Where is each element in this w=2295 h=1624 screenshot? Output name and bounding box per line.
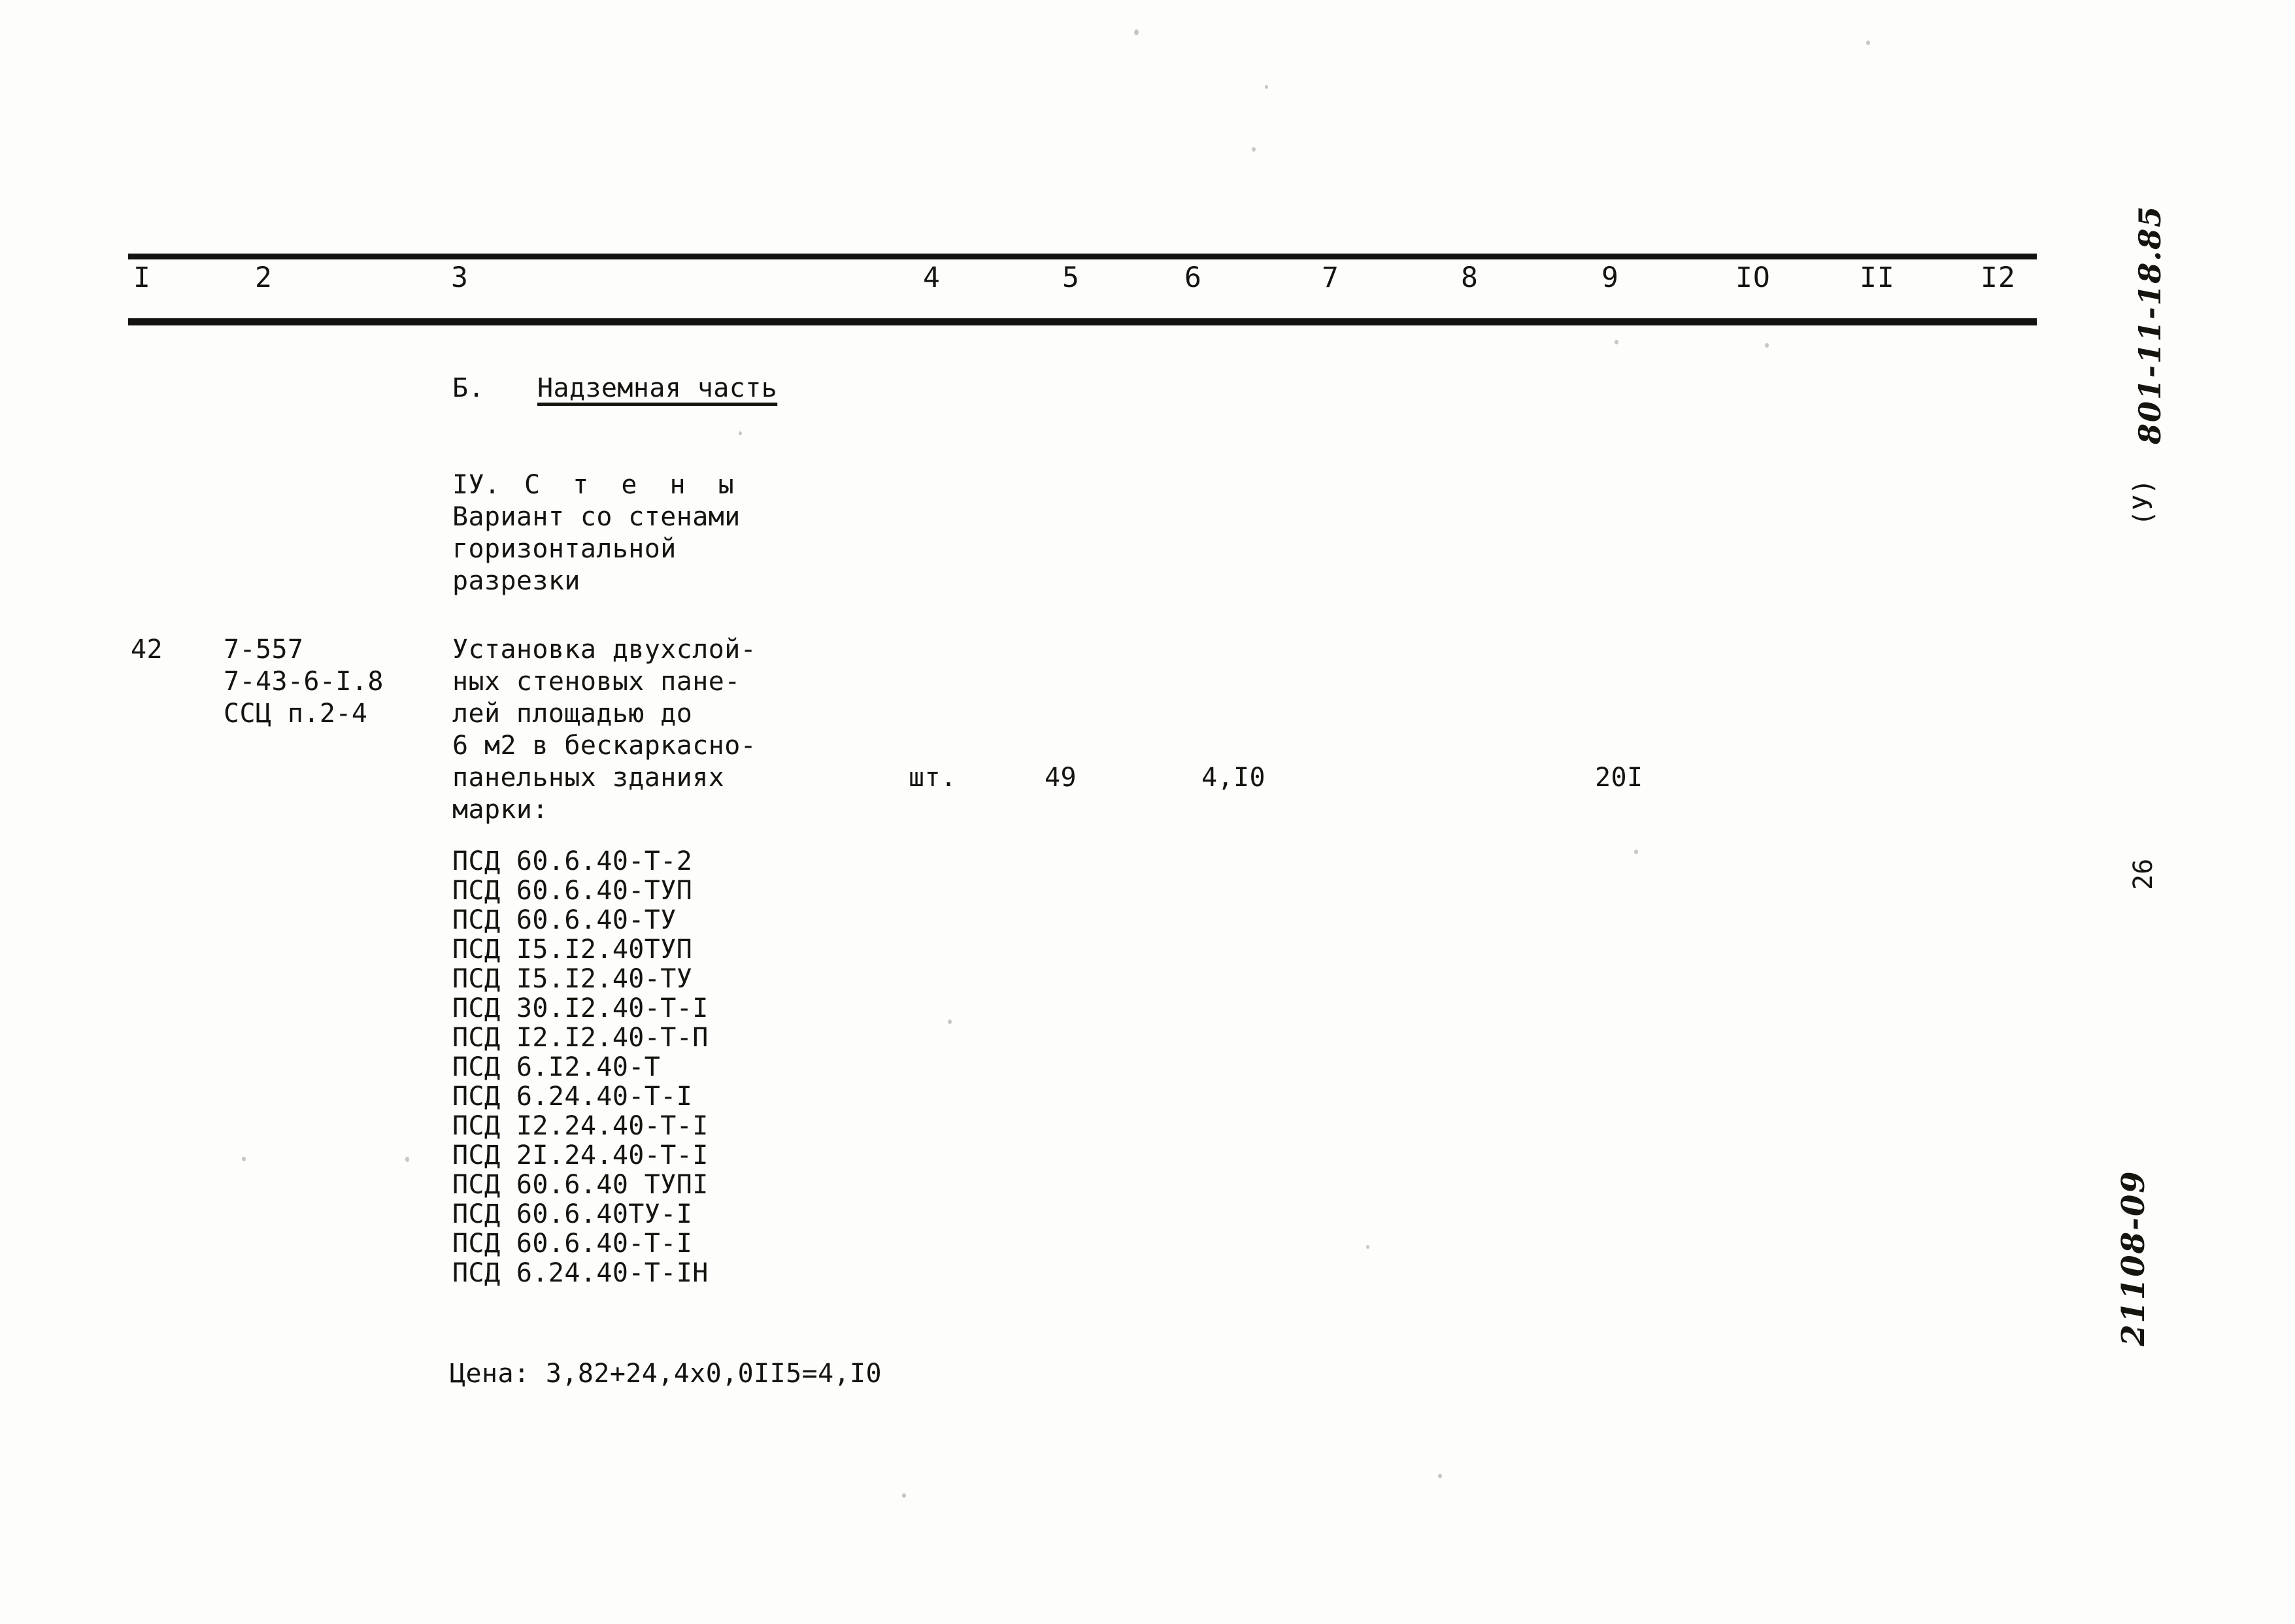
- scan-speck: [739, 431, 742, 435]
- column-header-9: 9: [1601, 261, 1619, 294]
- panel-mark: ПСД 30.I2.40-Т-I: [452, 993, 709, 1023]
- row-description-line: панельных зданиях: [452, 763, 725, 793]
- column-header-12: I2: [1981, 261, 2016, 294]
- margin-variant: (У): [2128, 478, 2158, 526]
- row-description-line: ных стеновых пане-: [452, 667, 741, 697]
- panel-mark: ПСД 2I.24.40-Т-I: [452, 1140, 709, 1170]
- row-unit-price: 4,I0: [1201, 763, 1265, 793]
- column-header-11: II: [1860, 261, 1895, 294]
- subsection-subtitle-line: Вариант со стенами: [452, 502, 741, 532]
- column-header-4: 4: [923, 261, 941, 294]
- scan-speck: [1765, 343, 1769, 348]
- row-codes: 7-557 7-43-6-I.8 ССЦ п.2-4: [224, 634, 384, 730]
- row-code: ССЦ п.2-4: [224, 699, 368, 729]
- row-quantity: 49: [1045, 763, 1077, 793]
- column-header-10: IO: [1735, 261, 1771, 294]
- panel-mark: ПСД 60.6.40-ТУ: [452, 905, 677, 935]
- scan-speck: [242, 1157, 246, 1161]
- row-description: Установка двухслой- ных стеновых пане- л…: [452, 634, 756, 826]
- panel-mark: ПСД 60.6.40ТУ-I: [452, 1199, 693, 1229]
- scan-speck: [948, 1019, 952, 1024]
- table-bottom-rule: [128, 318, 2037, 325]
- row-description-line: 6 м2 в бескаркасно-: [452, 731, 757, 761]
- row-total: 20I: [1595, 763, 1643, 793]
- panel-mark: ПСД 60.6.40-Т-I: [452, 1229, 693, 1259]
- panel-marks-list: ПСД 60.6.40-Т-2 ПСД 60.6.40-ТУП ПСД 60.6…: [452, 847, 709, 1288]
- row-description-line: Установка двухслой-: [452, 635, 757, 665]
- panel-mark: ПСД 6.24.40-Т-IН: [452, 1258, 709, 1288]
- panel-mark: ПСД 60.6.40-Т-2: [452, 846, 693, 876]
- section-letter: Б.: [452, 373, 484, 403]
- subsection-subtitle: Вариант со стенами горизонтальной разрез…: [452, 501, 741, 597]
- column-header-3: 3: [451, 261, 469, 294]
- panel-mark: ПСД I5.I2.40-ТУ: [452, 964, 693, 994]
- panel-mark: ПСД 60.6.40-ТУП: [452, 876, 693, 906]
- panel-mark: ПСД 6.I2.40-Т: [452, 1052, 661, 1082]
- row-code: 7-557: [224, 635, 304, 665]
- margin-page-number: 26: [2128, 858, 2158, 890]
- panel-mark: ПСД I5.I2.40ТУП: [452, 935, 693, 965]
- row-number: 42: [131, 635, 163, 665]
- scan-speck: [1866, 41, 1870, 45]
- scan-speck: [1252, 147, 1256, 152]
- scan-speck: [902, 1493, 906, 1498]
- panel-mark: ПСД 60.6.40 ТУПI: [452, 1170, 709, 1200]
- table-top-rule: [128, 254, 2037, 259]
- subsection-roman: IУ.: [452, 470, 501, 500]
- row-unit: шт.: [909, 763, 957, 793]
- scan-speck: [1134, 29, 1139, 35]
- column-header-1: I: [133, 261, 151, 294]
- scan-speck: [405, 1157, 409, 1162]
- row-code: 7-43-6-I.8: [224, 667, 384, 697]
- panel-mark: ПСД I2.24.40-Т-I: [452, 1111, 709, 1141]
- scan-speck: [1265, 85, 1268, 89]
- column-header-8: 8: [1461, 261, 1479, 294]
- section-title: Надземная часть: [537, 373, 778, 403]
- document-page: I 2 3 4 5 6 7 8 9 IO II I2 Б. Надземная …: [0, 0, 2295, 1624]
- price-formula: Цена: 3,82+24,4х0,0II5=4,I0: [450, 1359, 882, 1389]
- scan-speck: [1438, 1474, 1442, 1478]
- row-description-line: марки:: [452, 795, 548, 825]
- subsection-subtitle-line: горизонтальной: [452, 534, 677, 564]
- column-header-5: 5: [1062, 261, 1080, 294]
- column-header-7: 7: [1322, 261, 1339, 294]
- panel-mark: ПСД I2.I2.40-Т-П: [452, 1023, 709, 1053]
- subsection-title: С т е н ы: [524, 470, 743, 500]
- scan-speck: [1634, 850, 1638, 854]
- column-header-6: 6: [1184, 261, 1202, 294]
- column-header-2: 2: [255, 261, 273, 294]
- row-description-line: лей площадью до: [452, 699, 693, 729]
- margin-catalog-code: 801-11-18.85: [2132, 205, 2168, 444]
- subsection-subtitle-line: разрезки: [452, 566, 580, 596]
- scan-speck: [1366, 1245, 1369, 1249]
- panel-mark: ПСД 6.24.40-Т-I: [452, 1082, 693, 1112]
- scan-speck: [1615, 340, 1618, 344]
- margin-archive-code: 21108-09: [2115, 1170, 2152, 1346]
